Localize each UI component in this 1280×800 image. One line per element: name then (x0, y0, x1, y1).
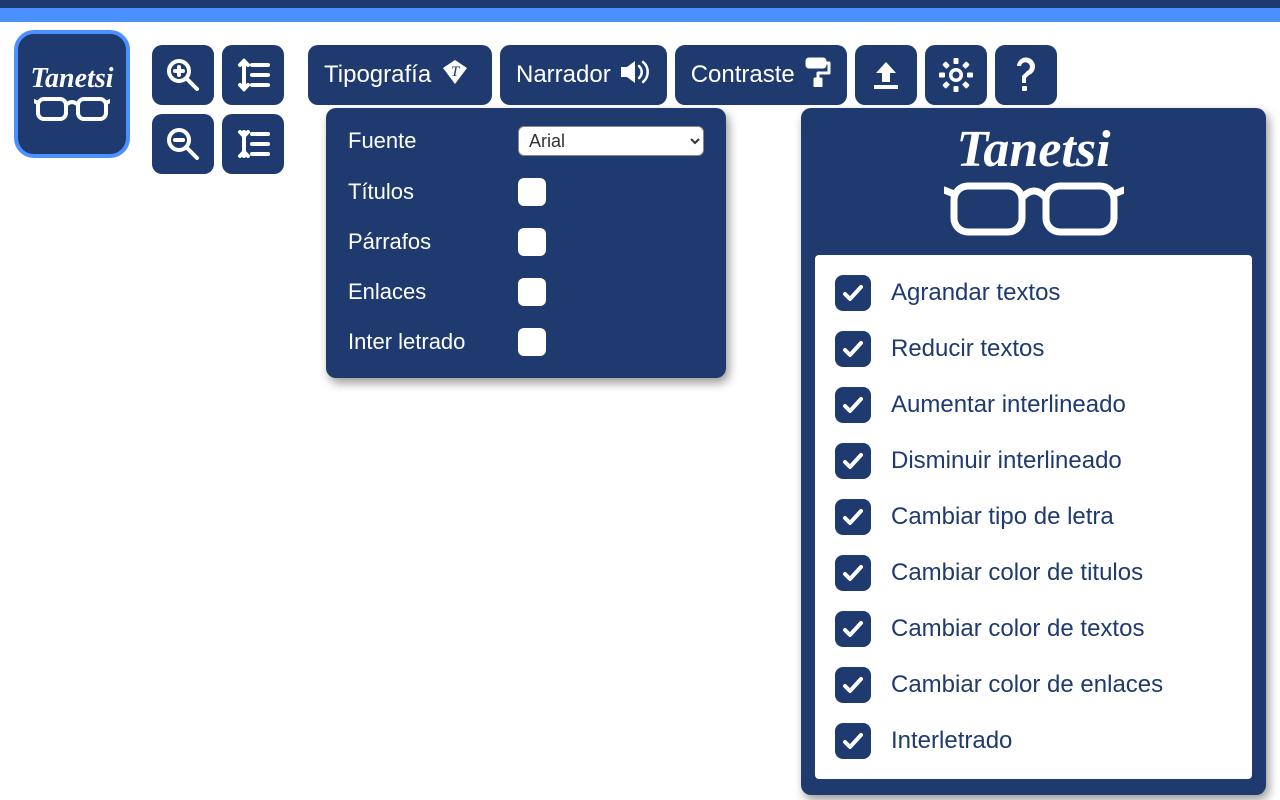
checkmark-icon[interactable] (835, 275, 871, 311)
settings-panel: Tanetsi Agrandar textos Reducir textos Aum… (801, 108, 1266, 795)
speaker-icon (621, 59, 651, 92)
paragraphs-checkbox[interactable] (518, 228, 546, 256)
settings-list: Agrandar textos Reducir textos Aumentar in… (815, 255, 1252, 779)
checkmark-icon[interactable] (835, 331, 871, 367)
settings-item-label: Cambiar color de enlaces (891, 671, 1163, 699)
brand-name: Tanetsi (31, 65, 114, 93)
brand-logo-badge[interactable]: Tanetsi (14, 30, 130, 158)
titles-label: Títulos (348, 179, 518, 205)
settings-item-label: Reducir textos (891, 335, 1044, 363)
settings-item-label: Disminuir interlineado (891, 447, 1122, 475)
settings-item[interactable]: Disminuir interlineado (835, 443, 1232, 479)
zoom-in-button[interactable] (152, 45, 214, 105)
settings-item-label: Aumentar interlineado (891, 391, 1126, 419)
paint-roller-icon (805, 57, 831, 94)
settings-item[interactable]: Cambiar color de titulos (835, 555, 1232, 591)
checkmark-icon[interactable] (835, 667, 871, 703)
settings-item[interactable]: Cambiar color de textos (835, 611, 1232, 647)
settings-item[interactable]: Reducir textos (835, 331, 1232, 367)
letter-spacing-checkbox[interactable] (518, 328, 546, 356)
titles-checkbox[interactable] (518, 178, 546, 206)
settings-item-label: Cambiar color de titulos (891, 559, 1143, 587)
top-bar (0, 0, 1280, 22)
contrast-label: Contraste (691, 61, 795, 89)
settings-item[interactable]: Aumentar interlineado (835, 387, 1232, 423)
zoom-out-button[interactable] (152, 114, 214, 174)
links-checkbox[interactable] (518, 278, 546, 306)
line-spacing-decrease-button[interactable] (222, 114, 284, 174)
checkmark-icon[interactable] (835, 723, 871, 759)
settings-item-label: Agrandar textos (891, 279, 1060, 307)
typography-t-icon: T (441, 58, 469, 93)
settings-item[interactable]: Cambiar tipo de letra (835, 499, 1232, 535)
settings-item-label: Interletrado (891, 727, 1012, 755)
glasses-icon (34, 93, 110, 123)
settings-item[interactable]: Agrandar textos (835, 275, 1232, 311)
settings-item-label: Cambiar color de textos (891, 615, 1144, 643)
letter-spacing-label: Inter letrado (348, 329, 518, 355)
font-label: Fuente (348, 128, 518, 154)
links-label: Enlaces (348, 279, 518, 305)
checkmark-icon[interactable] (835, 387, 871, 423)
settings-item[interactable]: Interletrado (835, 723, 1232, 759)
settings-item-label: Cambiar tipo de letra (891, 503, 1114, 531)
help-button[interactable] (995, 45, 1057, 105)
settings-button[interactable] (925, 45, 987, 105)
narrator-menu-button[interactable]: Narrador (500, 45, 667, 105)
panel-brand-name: Tanetsi (801, 124, 1266, 176)
contrast-menu-button[interactable]: Contraste (675, 45, 847, 105)
checkmark-icon[interactable] (835, 443, 871, 479)
upload-button[interactable] (855, 45, 917, 105)
checkmark-icon[interactable] (835, 611, 871, 647)
typography-menu-button[interactable]: Tipografía T (308, 45, 492, 105)
paragraphs-label: Párrafos (348, 229, 518, 255)
settings-item[interactable]: Cambiar color de enlaces (835, 667, 1232, 703)
typography-label: Tipografía (324, 61, 431, 89)
line-spacing-increase-button[interactable] (222, 45, 284, 105)
checkmark-icon[interactable] (835, 555, 871, 591)
narrator-label: Narrador (516, 61, 611, 89)
glasses-icon (801, 176, 1266, 245)
font-select[interactable]: Arial (518, 126, 704, 156)
typography-panel: Fuente Arial Títulos Párrafos Enlaces In… (326, 108, 726, 378)
checkmark-icon[interactable] (835, 499, 871, 535)
